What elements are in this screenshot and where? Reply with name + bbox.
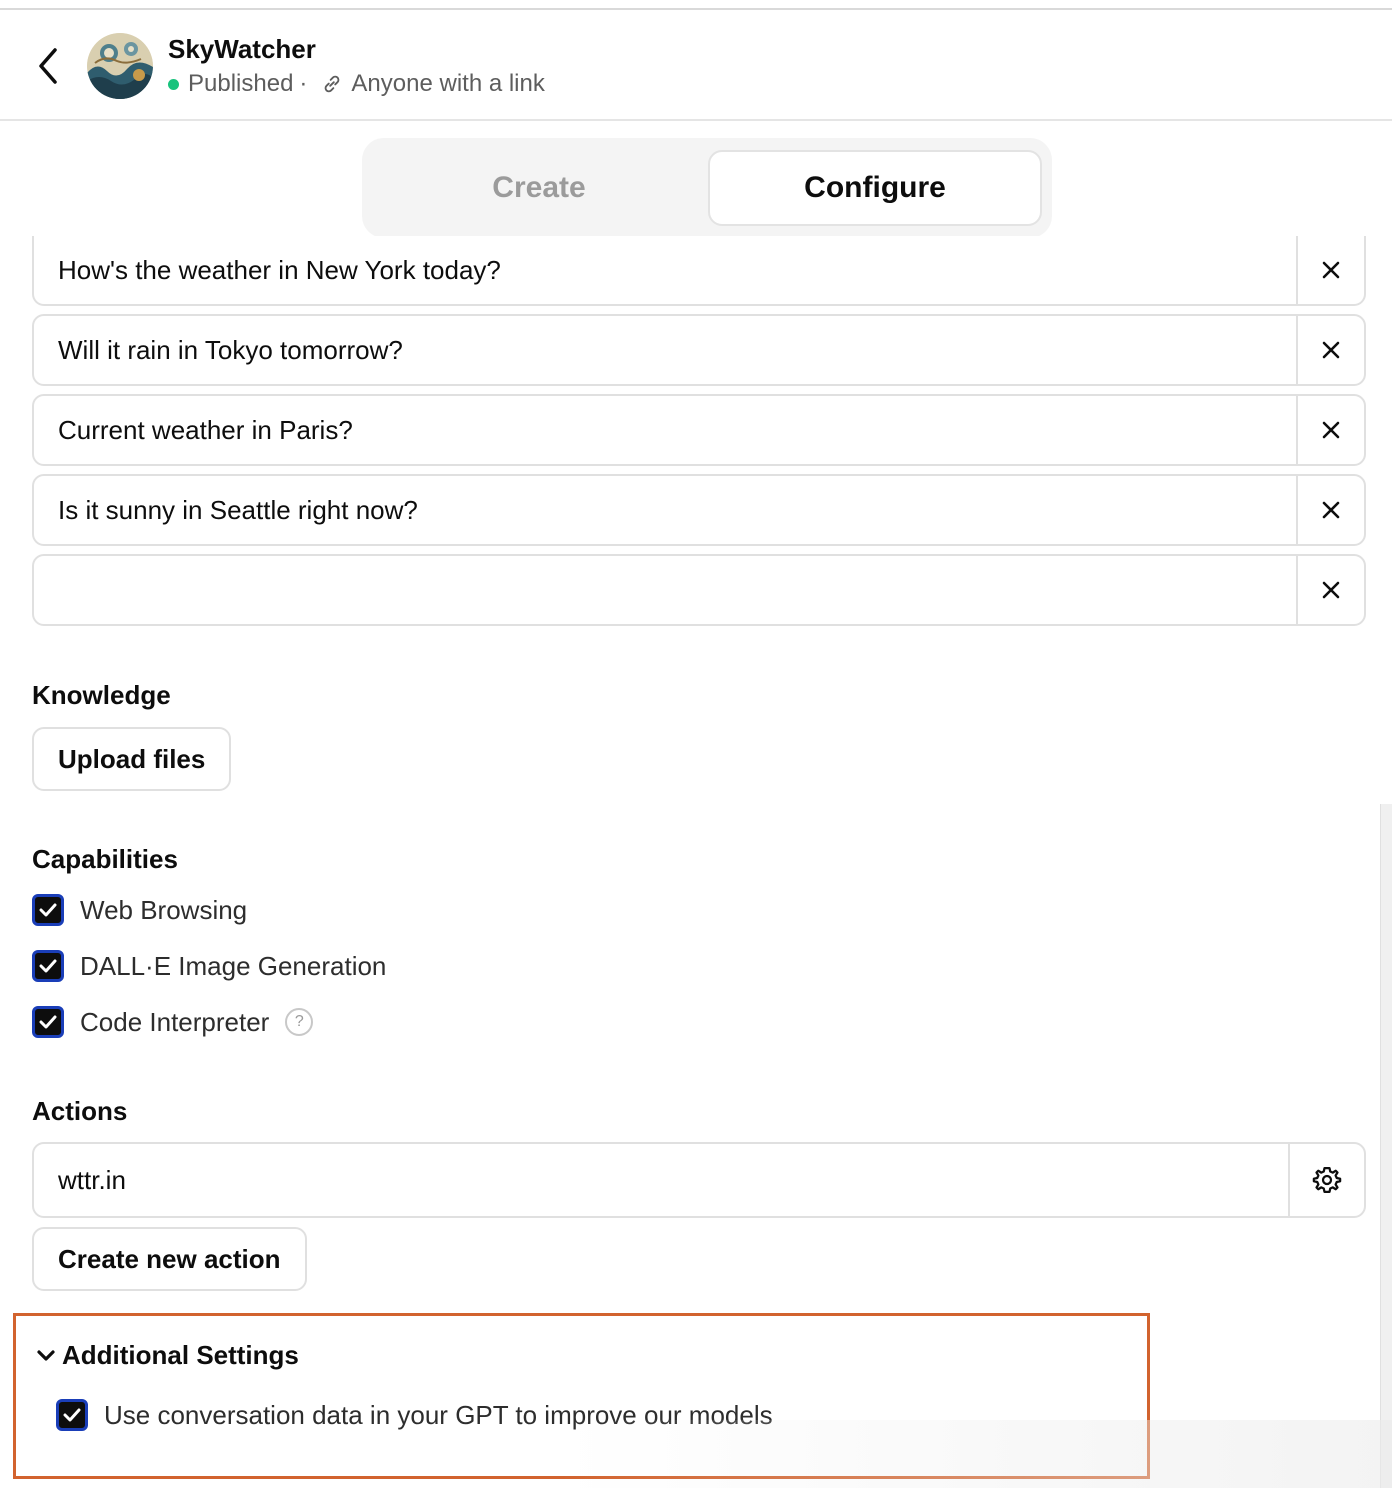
check-icon [39,903,57,917]
check-icon [63,1408,81,1422]
link-icon [321,73,343,95]
scrollbar[interactable] [1380,804,1392,1488]
tab-configure[interactable]: Configure [708,150,1042,226]
remove-starter-button[interactable] [1296,476,1364,544]
action-item[interactable]: wttr.in [32,1142,1366,1218]
training-data-option: Use conversation data in your GPT to imp… [56,1399,773,1431]
conversation-starter-row [32,474,1366,546]
back-button[interactable] [30,46,66,86]
visibility-text[interactable]: Anyone with a link [351,70,544,98]
status-separator: · [299,70,308,97]
capability-code-interpreter: Code Interpreter ? [32,1006,314,1038]
close-icon [1322,501,1340,519]
conversation-starter-input[interactable] [34,396,1298,464]
help-icon[interactable]: ? [285,1008,314,1036]
tab-create[interactable]: Create [372,150,706,226]
upload-files-button[interactable]: Upload files [32,727,232,791]
capability-web-browsing: Web Browsing [32,894,247,926]
additional-settings-toggle[interactable]: Additional Settings [36,1340,299,1371]
capability-label: DALL·E Image Generation [80,950,387,981]
status-dot [168,78,179,90]
remove-starter-button[interactable] [1296,236,1364,304]
capability-label: Web Browsing [80,894,248,925]
highlight-box [13,1313,1150,1479]
gpt-avatar [87,33,153,99]
conversation-starter-input[interactable] [34,556,1298,624]
remove-starter-button[interactable] [1296,396,1364,464]
create-new-action-button[interactable]: Create new action [32,1227,307,1291]
capability-label: Code Interpreter [80,1006,270,1037]
conversation-starter-row [32,554,1366,626]
close-icon [1322,581,1340,599]
actions-label: Actions [32,1096,128,1126]
code-interpreter-checkbox[interactable] [32,1006,64,1038]
status-text: Published [188,70,294,97]
close-icon [1322,421,1340,439]
capability-dalle: DALL·E Image Generation [32,950,386,982]
remove-starter-button[interactable] [1296,556,1364,624]
conversation-starter-row [32,314,1366,386]
action-name: wttr.in [58,1164,126,1195]
gear-icon [1312,1167,1342,1193]
dalle-checkbox[interactable] [32,950,64,982]
conversation-starter-input[interactable] [34,236,1298,304]
close-icon [1322,341,1340,359]
web-browsing-checkbox[interactable] [32,894,64,926]
action-settings-button[interactable] [1288,1144,1364,1216]
chevron-down-icon [37,1349,55,1361]
close-icon [1322,261,1340,279]
conversation-starter-row [32,394,1366,466]
capabilities-label: Capabilities [32,844,178,874]
check-icon [39,1015,57,1029]
additional-settings-label: Additional Settings [62,1340,299,1370]
chevron-left-icon [39,48,57,84]
remove-starter-button[interactable] [1296,316,1364,384]
check-icon [39,959,57,973]
training-data-label: Use conversation data in your GPT to imp… [104,1399,773,1430]
mode-tabs: Create Configure [362,138,1052,238]
conversation-starter-row [32,236,1366,306]
conversation-starter-input[interactable] [34,476,1298,544]
conversation-starter-input[interactable] [34,316,1298,384]
builder-header: SkyWatcher Published · Anyone with a lin… [0,10,1392,121]
publish-status: Published · Anyone with a link [168,70,545,98]
gpt-name: SkyWatcher [168,34,316,64]
knowledge-label: Knowledge [32,680,171,710]
training-data-checkbox[interactable] [56,1399,88,1431]
